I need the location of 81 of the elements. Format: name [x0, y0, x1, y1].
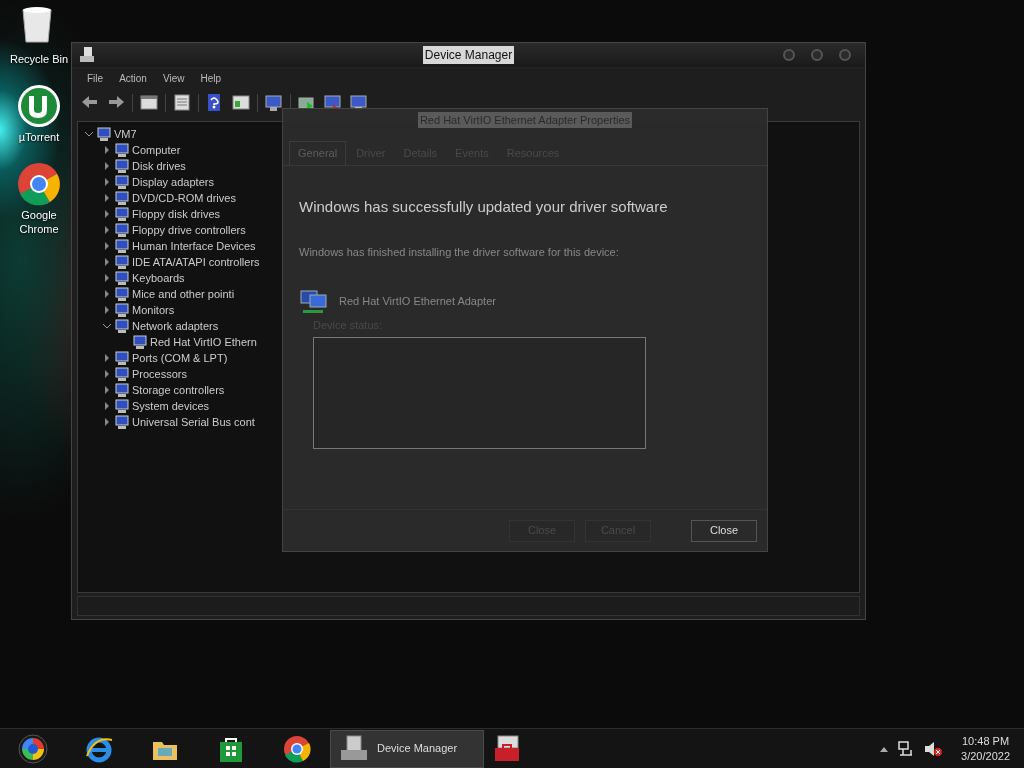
clock-time: 10:48 PM	[962, 733, 1010, 749]
expand-arrow-icon[interactable]	[102, 273, 112, 283]
start-orb-icon[interactable]	[18, 733, 48, 764]
icon-label[interactable]: µTorrent	[7, 130, 71, 144]
expand-arrow-icon[interactable]	[102, 417, 112, 427]
device-icon	[115, 206, 129, 222]
device-icon	[115, 158, 129, 174]
tree-item[interactable]: Ports (COM & LPT)	[132, 349, 228, 367]
tree-item[interactable]: Floppy drive controllers	[132, 221, 246, 239]
device-icon	[115, 366, 129, 382]
tree-item[interactable]: VM7	[114, 125, 137, 143]
monitor-icon[interactable]	[264, 94, 284, 112]
expand-arrow-icon[interactable]	[102, 353, 112, 363]
device-icon	[115, 318, 129, 334]
device-icon	[115, 414, 129, 430]
tree-item[interactable]: Universal Serial Bus cont	[132, 413, 255, 431]
computer-icon	[80, 47, 94, 63]
expand-arrow-icon[interactable]	[102, 401, 112, 411]
device-icon	[115, 270, 129, 286]
speaker-muted-icon[interactable]	[923, 739, 944, 758]
expand-arrow-icon[interactable]	[102, 289, 112, 299]
list-icon[interactable]	[172, 94, 192, 112]
expand-arrow-icon[interactable]	[102, 369, 112, 379]
icon-label[interactable]: Recycle Bin	[7, 52, 71, 66]
expand-arrow-icon[interactable]	[102, 225, 112, 235]
tree-item[interactable]: DVD/CD-ROM drives	[132, 189, 236, 207]
menu-item[interactable]: View	[155, 69, 192, 88]
tree-item[interactable]: Mice and other pointi	[132, 285, 235, 303]
device-icon	[115, 142, 129, 158]
device-icon	[115, 254, 129, 270]
window-icon[interactable]	[139, 94, 159, 112]
icon-label[interactable]: Google Chrome	[7, 208, 71, 236]
chrome-icon[interactable]	[17, 162, 61, 206]
expand-arrow-icon[interactable]	[102, 241, 112, 251]
device-icon	[133, 334, 147, 350]
device-name: Red Hat VirtIO Ethernet Adapter	[339, 294, 496, 310]
expand-arrow-icon[interactable]	[102, 145, 112, 155]
expand-arrow-icon[interactable]	[102, 177, 112, 187]
device-icon	[115, 382, 129, 398]
tree-item[interactable]: Human Interface Devices	[132, 237, 256, 255]
device-icon	[115, 302, 129, 318]
device-icon	[115, 350, 129, 366]
network-adapter-icon	[299, 288, 329, 315]
device-icon	[115, 222, 129, 238]
expand-arrow-icon[interactable]	[102, 161, 112, 171]
expand-arrow-icon[interactable]	[102, 305, 112, 315]
tree-item[interactable]: Display adapters	[132, 173, 214, 191]
device-icon	[115, 398, 129, 414]
tree-item[interactable]: Storage controllers	[132, 381, 225, 399]
tree-item[interactable]: Computer	[132, 141, 181, 159]
expand-arrow-icon[interactable]	[102, 193, 112, 203]
tree-item[interactable]: Monitors	[132, 301, 175, 319]
tree-item[interactable]: Network adapters	[132, 317, 219, 335]
tree-item[interactable]: IDE ATA/ATAPI controllers	[132, 253, 260, 271]
expand-arrow-icon[interactable]	[102, 257, 112, 267]
wizard-heading: Windows has successfully updated your driver software	[299, 196, 669, 217]
chrome-icon[interactable]	[282, 733, 312, 764]
menu-item[interactable]: File	[80, 69, 111, 88]
torrent-icon[interactable]	[17, 84, 61, 128]
tree-item[interactable]: Disk drives	[132, 157, 186, 175]
wizard-message: Windows has finished installing the driver software for this device:	[299, 245, 620, 260]
taskbar-button[interactable]: Device Manager	[330, 729, 484, 768]
expand-arrow-icon[interactable]	[102, 209, 112, 219]
device-icon	[97, 126, 111, 142]
tree-item[interactable]: System devices	[132, 397, 210, 415]
menu-item[interactable]: Help	[193, 69, 228, 88]
close-button[interactable]: Close	[691, 519, 757, 542]
clock-date: 3/20/2022	[961, 748, 1010, 764]
tree-item[interactable]: Keyboards	[132, 269, 185, 287]
device-icon	[115, 238, 129, 254]
window-title: Device Manager	[422, 46, 515, 64]
expand-arrow-icon[interactable]	[102, 385, 112, 395]
menu-item[interactable]: Action	[112, 69, 154, 88]
tree-item[interactable]: Floppy disk drives	[132, 205, 221, 223]
tree-item[interactable]: Red Hat VirtIO Ethern	[150, 333, 257, 351]
toolbox-icon	[492, 733, 522, 764]
device-icon	[115, 174, 129, 190]
tree-item[interactable]: Processors	[132, 365, 188, 383]
device-icon	[115, 190, 129, 206]
device-icon	[115, 286, 129, 302]
window-icon[interactable]	[231, 94, 251, 112]
